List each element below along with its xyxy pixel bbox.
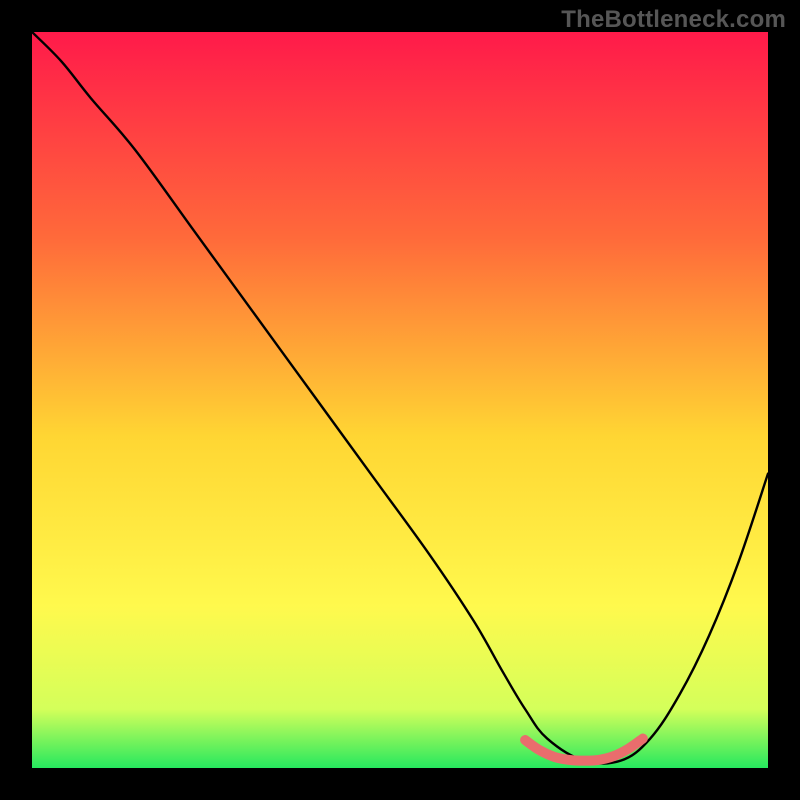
chart-root: TheBottleneck.com: [0, 0, 800, 800]
watermark-text: TheBottleneck.com: [561, 6, 786, 34]
chart-svg: [32, 32, 768, 768]
chart-background: [32, 32, 768, 768]
chart-plot: [32, 32, 768, 768]
